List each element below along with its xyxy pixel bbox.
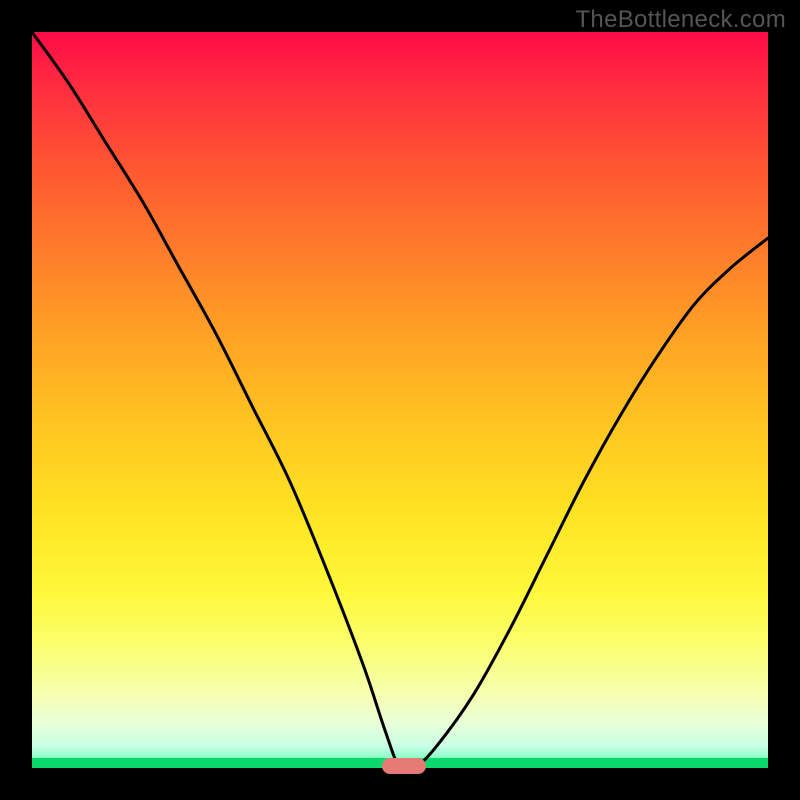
bottleneck-curve [32,32,768,768]
plot-area [32,32,768,768]
watermark-text: TheBottleneck.com [575,6,786,34]
chart-frame: TheBottleneck.com [0,0,800,800]
optimum-marker [382,758,426,774]
